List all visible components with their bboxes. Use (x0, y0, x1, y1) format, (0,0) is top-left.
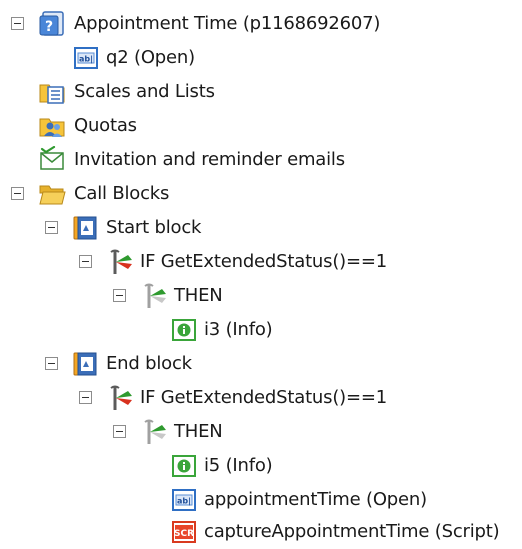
svg-text:SCR: SCR (174, 529, 194, 539)
quotas-folder-icon (39, 118, 65, 137)
info-node-icon (172, 319, 196, 341)
tree-node-label: Quotas (74, 115, 137, 136)
tree-node-label: Invitation and reminder emails (74, 149, 345, 170)
tree-node-label: THEN (174, 285, 223, 306)
tree-node-label: IF GetExtendedStatus()==1 (140, 251, 387, 272)
tree-node-end-block[interactable]: End block (0, 347, 522, 381)
tree-node-label: Call Blocks (74, 183, 170, 204)
tree-node-label: Scales and Lists (74, 81, 215, 102)
tree-node-then[interactable]: THEN (0, 279, 522, 313)
info-node-icon (172, 455, 196, 477)
collapse-toggle[interactable] (45, 357, 58, 370)
collapse-toggle[interactable] (79, 391, 92, 404)
svg-text:ab|: ab| (79, 55, 93, 64)
svg-text:?: ? (45, 19, 53, 35)
collapse-toggle[interactable] (11, 17, 24, 30)
tree-node-invitation-emails[interactable]: Invitation and reminder emails (0, 143, 522, 177)
tree-node-then[interactable]: THEN (0, 415, 522, 449)
tree-node-label: appointmentTime (Open) (204, 489, 427, 510)
scales-lists-folder-icon (39, 84, 65, 104)
tree-node-start-block[interactable]: Start block (0, 211, 522, 245)
if-condition-icon (110, 249, 132, 274)
open-question-icon: ab| (74, 47, 98, 69)
tree-node-if-condition[interactable]: IF GetExtendedStatus()==1 (0, 381, 522, 415)
collapse-toggle[interactable] (79, 255, 92, 268)
email-envelope-icon (40, 146, 64, 170)
open-question-icon: ab| (172, 489, 196, 511)
tree-node-scales-and-lists[interactable]: Scales and Lists (0, 75, 522, 109)
script-node-icon: SCR (172, 521, 196, 543)
tree-node-label: i5 (Info) (204, 455, 273, 476)
then-branch-icon (144, 283, 166, 308)
tree-node-i5[interactable]: i5 (Info) (0, 449, 522, 483)
tree-node-appointment-time[interactable]: ? Appointment Time (p1168692607) (0, 7, 522, 41)
block-book-icon (73, 216, 97, 240)
tree-node-label: End block (106, 353, 192, 374)
collapse-toggle[interactable] (113, 289, 126, 302)
tree-node-quotas[interactable]: Quotas (0, 109, 522, 143)
block-book-icon (73, 352, 97, 376)
tree-node-label: Appointment Time (p1168692607) (74, 13, 381, 34)
tree-node-label: i3 (Info) (204, 319, 273, 340)
open-folder-icon (39, 185, 66, 205)
tree-node-i3[interactable]: i3 (Info) (0, 313, 522, 347)
if-condition-icon (110, 385, 132, 410)
tree-node-label: IF GetExtendedStatus()==1 (140, 387, 387, 408)
collapse-toggle[interactable] (11, 187, 24, 200)
svg-text:ab|: ab| (177, 497, 191, 506)
tree-node-label: Start block (106, 217, 202, 238)
project-info-icon: ? (39, 11, 64, 36)
collapse-toggle[interactable] (113, 425, 126, 438)
then-branch-icon (144, 419, 166, 444)
tree-node-label: q2 (Open) (106, 47, 195, 68)
tree-node-q2[interactable]: ab| q2 (Open) (0, 41, 522, 75)
tree-node-label: THEN (174, 421, 223, 442)
questionnaire-tree: ? Appointment Time (p1168692607) ab| q2 … (0, 0, 522, 544)
tree-node-appointment-time-open[interactable]: ab| appointmentTime (Open) (0, 483, 522, 517)
tree-node-if-condition[interactable]: IF GetExtendedStatus()==1 (0, 245, 522, 279)
tree-node-call-blocks[interactable]: Call Blocks (0, 177, 522, 211)
collapse-toggle[interactable] (45, 221, 58, 234)
tree-node-label: captureAppointmentTime (Script) (204, 521, 500, 542)
